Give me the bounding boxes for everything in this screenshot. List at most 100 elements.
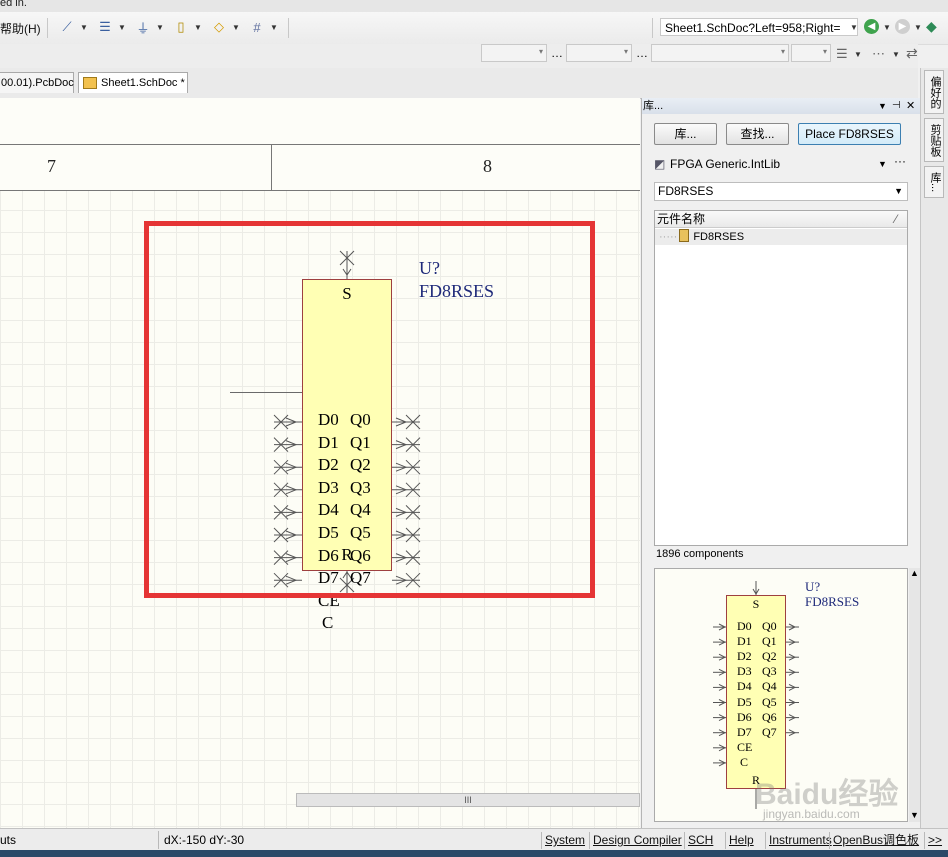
filter-combo-4[interactable] xyxy=(791,44,831,62)
secondary-toolbar: … … ☰ ▼ ⋯ ▼ ⇄ xyxy=(0,44,918,68)
component-preview: S R D0 D1 D2 D3 D4 D5 D6 D7 CE C Q0 Q1 Q2 Q3 Q4 Q5 Q6 Q7 … xyxy=(654,568,908,822)
title-fragment: ed in. xyxy=(0,0,27,9)
preview-pin-label-c: C xyxy=(740,754,749,769)
status-more-button[interactable]: >> xyxy=(924,832,945,849)
pin-label-c: C xyxy=(322,613,334,633)
zone-label: 8 xyxy=(483,156,492,176)
tab-label: 00.01).PcbDoc xyxy=(1,77,74,89)
list-item[interactable]: ····· FD8RSES xyxy=(655,229,907,245)
search-button[interactable]: 查找... xyxy=(726,123,789,145)
column-header[interactable]: 元件名称 ⁄ xyxy=(655,211,907,228)
document-address-combo[interactable]: Sheet1.SchDoc?Left=958;Right= xyxy=(660,18,858,36)
panel-menu-icon[interactable]: ▼ xyxy=(878,98,887,114)
preview-pin-label-q1: Q1 xyxy=(762,634,777,649)
preview-pin-label-ce: CE xyxy=(737,739,753,754)
side-panel-dock: 偏好的 剪贴板 库... xyxy=(920,68,948,828)
sort-icon: ⁄ xyxy=(894,212,897,226)
status-instruments-button[interactable]: Instruments xyxy=(765,832,835,849)
filter-combo-1[interactable] xyxy=(481,44,547,62)
side-tab-libraries[interactable]: 库... xyxy=(924,166,944,198)
wire-tool-icon[interactable]: ⟋ xyxy=(58,18,76,36)
sheet-border-zones: 7 8 xyxy=(0,98,640,191)
status-design-compiler-button[interactable]: Design Compiler xyxy=(589,832,685,849)
horizontal-scrollbar[interactable]: III xyxy=(296,793,640,807)
libraries-button[interactable]: 库... xyxy=(654,123,717,145)
scroll-up-icon[interactable]: ▲ xyxy=(910,568,919,578)
preview-pin-label-d4: D4 xyxy=(737,679,752,694)
zone-label: 7 xyxy=(47,156,56,176)
filter-combo-3[interactable] xyxy=(651,44,789,62)
ground-icon[interactable]: ⏚ xyxy=(134,18,152,36)
preview-pin-label-d1: D1 xyxy=(737,634,752,649)
status-openbus-button[interactable]: OpenBus调色板 xyxy=(829,832,922,849)
part-icon[interactable]: ▯ xyxy=(172,18,190,36)
side-tab-favorites[interactable]: 偏好的 xyxy=(924,70,944,114)
library-selector[interactable]: ◩ FPGA Generic.IntLib ▼ xyxy=(654,155,887,173)
chevron-down-icon[interactable]: ▼ xyxy=(883,23,891,32)
cursor-delta: dX:-150 dY:-30 xyxy=(164,833,245,847)
chevron-down-icon[interactable]: ▼ xyxy=(892,50,900,59)
component-list[interactable]: 元件名称 ⁄ ····· FD8RSES xyxy=(654,210,908,546)
side-tab-clipboard[interactable]: 剪贴板 xyxy=(924,118,944,162)
preview-pin-label-d0: D0 xyxy=(737,619,752,633)
chevron-down-icon[interactable]: ▼ xyxy=(118,23,126,32)
taskbar-strip xyxy=(0,850,948,857)
preview-pin-label-q4: Q4 xyxy=(762,679,777,694)
panel-title-bar: 库... ▼ ⊣ ✕ xyxy=(642,98,921,114)
place-component-button[interactable]: Place FD8RSES xyxy=(798,123,901,145)
preview-comment: FD8RSES xyxy=(805,594,860,609)
bus-tool-icon[interactable]: ☰ xyxy=(96,18,114,36)
schematic-canvas[interactable]: 7 8 S R D0 D1 D2 D3 D4 D5 D6 D7 CE C Q0 Q1 Q2 Q3 Q4 Q5… xyxy=(0,98,640,828)
status-help-button[interactable]: Help xyxy=(725,832,757,849)
home-icon[interactable]: ◆ xyxy=(926,18,942,34)
grid-icon[interactable]: # xyxy=(248,18,266,36)
filter-combo[interactable]: FD8RSES ▼ xyxy=(654,182,908,201)
schematic-doc-icon xyxy=(83,77,97,90)
tab-pcbdoc[interactable]: 00.01).PcbDoc xyxy=(0,72,74,93)
preview-pin-label-q2: Q2 xyxy=(762,649,777,664)
chevron-down-icon[interactable]: ▼ xyxy=(194,23,202,32)
forward-icon[interactable]: ▶ xyxy=(895,19,910,34)
toolbar-separator xyxy=(652,18,653,38)
chevron-down-icon[interactable]: ▼ xyxy=(80,23,88,32)
dotted-list-icon[interactable]: ⋯ xyxy=(872,46,885,62)
swap-icon[interactable]: ⇄ xyxy=(906,45,918,62)
tab-schdoc[interactable]: Sheet1.SchDoc * xyxy=(78,72,188,93)
scroll-down-icon[interactable]: ▼ xyxy=(910,810,919,820)
preview-pin-label-q6: Q6 xyxy=(762,709,777,724)
preview-pin-label-q5: Q5 xyxy=(762,694,777,709)
preview-pin-label-q7: Q7 xyxy=(762,724,777,739)
document-tab-bar: 00.01).PcbDoc Sheet1.SchDoc * xyxy=(0,68,918,99)
filter-value: FD8RSES xyxy=(658,184,714,198)
ellipsis-icon[interactable]: … xyxy=(636,46,648,60)
chevron-down-icon[interactable]: ▼ xyxy=(232,23,240,32)
ellipsis-icon[interactable]: … xyxy=(551,46,563,60)
preview-pin-label-d7: D7 xyxy=(737,724,752,739)
status-sch-button[interactable]: SCH xyxy=(684,832,716,849)
filter-combo-2[interactable] xyxy=(566,44,632,62)
library-icon: ◩ xyxy=(654,157,666,171)
chevron-down-icon[interactable]: ▼ xyxy=(854,50,862,59)
status-divider xyxy=(158,831,159,849)
close-icon[interactable]: ✕ xyxy=(906,98,915,114)
library-name: FPGA Generic.IntLib xyxy=(670,157,781,171)
library-panel: 库... ▼ ⊣ ✕ 库... 查找... Place FD8RSES ◩ FPG… xyxy=(641,98,921,828)
list-icon[interactable]: ☰ xyxy=(836,46,848,62)
port-icon[interactable]: ◇ xyxy=(210,18,228,36)
chevron-down-icon[interactable]: ▼ xyxy=(914,23,922,32)
preview-pin-label-d2: D2 xyxy=(737,649,752,664)
ellipsis-button[interactable]: ··· xyxy=(894,154,906,168)
preview-pin-label-q0: Q0 xyxy=(762,619,777,633)
back-icon[interactable]: ◀ xyxy=(864,19,879,34)
component-icon xyxy=(679,229,690,242)
chevron-down-icon[interactable]: ▼ xyxy=(156,23,164,32)
chevron-down-icon[interactable]: ▼ xyxy=(270,23,278,32)
component-count: 1896 components xyxy=(656,548,744,560)
status-left-text: uts xyxy=(0,833,17,847)
status-system-button[interactable]: System xyxy=(541,832,588,849)
chevron-down-icon[interactable]: ▼ xyxy=(850,23,858,32)
chevron-down-icon: ▼ xyxy=(878,159,887,169)
pin-icon[interactable]: ⊣ xyxy=(892,98,901,114)
preview-pin-label-d3: D3 xyxy=(737,664,752,679)
menu-help[interactable]: 帮助(H) xyxy=(0,20,41,37)
